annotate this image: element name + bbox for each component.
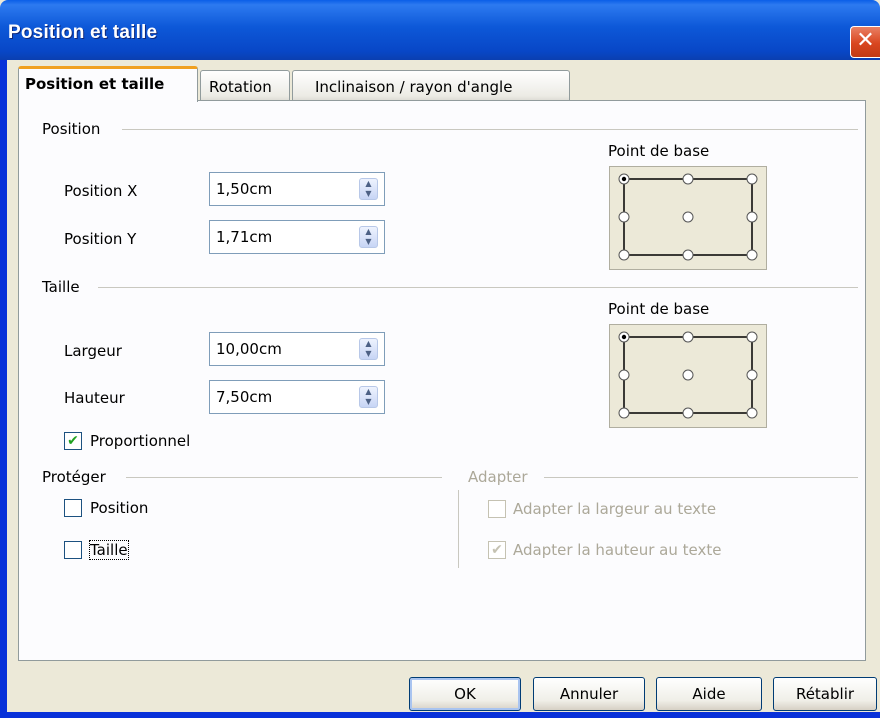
cancel-button[interactable]: Annuler — [533, 677, 645, 711]
section-separator — [126, 477, 442, 478]
protect-size-checkbox[interactable] — [64, 541, 82, 559]
section-separator — [544, 477, 858, 478]
close-icon: ✕ — [856, 28, 875, 53]
position-x-field[interactable]: 1,50cm ▲ ▼ — [209, 172, 385, 206]
spin-button-icon[interactable]: ▲ ▼ — [359, 386, 378, 408]
position-y-value: 1,71cm — [216, 228, 273, 246]
window-title: Position et taille — [8, 22, 158, 43]
spin-button-icon[interactable]: ▲ ▼ — [359, 338, 378, 360]
window-frame-bottom — [0, 712, 880, 718]
position-x-label: Position X — [64, 182, 138, 200]
protect-size-label: Taille — [89, 540, 129, 560]
base-point-label-position: Point de base — [608, 142, 710, 160]
help-button[interactable]: Aide — [656, 677, 762, 711]
width-label: Largeur — [64, 342, 122, 360]
reset-button[interactable]: Rétablir — [773, 677, 877, 711]
base-point-selector-position[interactable] — [609, 166, 767, 270]
size-section-heading: Taille — [42, 278, 80, 296]
position-y-label: Position Y — [64, 230, 137, 248]
ok-button[interactable]: OK — [409, 677, 521, 711]
width-field[interactable]: 10,00cm ▲ ▼ — [209, 332, 385, 366]
fit-height-checkbox[interactable]: ✔ — [488, 541, 506, 559]
proportional-label: Proportionnel — [90, 432, 191, 450]
height-label: Hauteur — [64, 389, 125, 407]
tab-position-et-taille[interactable]: Position et taille — [18, 66, 198, 102]
section-separator — [122, 129, 858, 130]
close-button[interactable]: ✕ — [850, 26, 880, 58]
tab-label: Rotation — [209, 78, 272, 96]
base-point-grid-icon — [618, 173, 758, 261]
adapt-section-heading: Adapter — [468, 468, 528, 486]
proportional-checkbox[interactable]: ✔ — [64, 432, 82, 450]
checkmark-icon: ✔ — [491, 542, 503, 558]
spin-button-icon[interactable]: ▲ ▼ — [359, 226, 378, 248]
tab-inclinaison[interactable]: Inclinaison / rayon d'angle — [292, 70, 570, 102]
tab-label: Position et taille — [25, 75, 165, 93]
position-x-value: 1,50cm — [216, 180, 273, 198]
width-value: 10,00cm — [216, 340, 282, 358]
section-vertical-separator — [458, 490, 459, 568]
base-point-grid-icon — [618, 331, 758, 419]
window-frame-left — [0, 60, 7, 718]
tab-label: Inclinaison / rayon d'angle — [315, 78, 513, 96]
height-field[interactable]: 7,50cm ▲ ▼ — [209, 380, 385, 414]
fit-width-label: Adapter la largeur au texte — [513, 500, 717, 518]
fit-height-label: Adapter la hauteur au texte — [513, 541, 722, 559]
height-value: 7,50cm — [216, 388, 273, 406]
fit-width-checkbox[interactable] — [488, 500, 506, 518]
checkmark-icon: ✔ — [67, 433, 79, 449]
protect-section-heading: Protéger — [42, 468, 106, 486]
protect-position-label: Position — [90, 499, 149, 517]
protect-position-checkbox[interactable] — [64, 499, 82, 517]
base-point-selector-size[interactable] — [609, 324, 767, 428]
section-separator — [98, 287, 858, 288]
base-point-label-size: Point de base — [608, 300, 710, 318]
position-y-field[interactable]: 1,71cm ▲ ▼ — [209, 220, 385, 254]
position-section-heading: Position — [42, 120, 101, 138]
spin-button-icon[interactable]: ▲ ▼ — [359, 178, 378, 200]
tab-rotation[interactable]: Rotation — [200, 70, 290, 102]
